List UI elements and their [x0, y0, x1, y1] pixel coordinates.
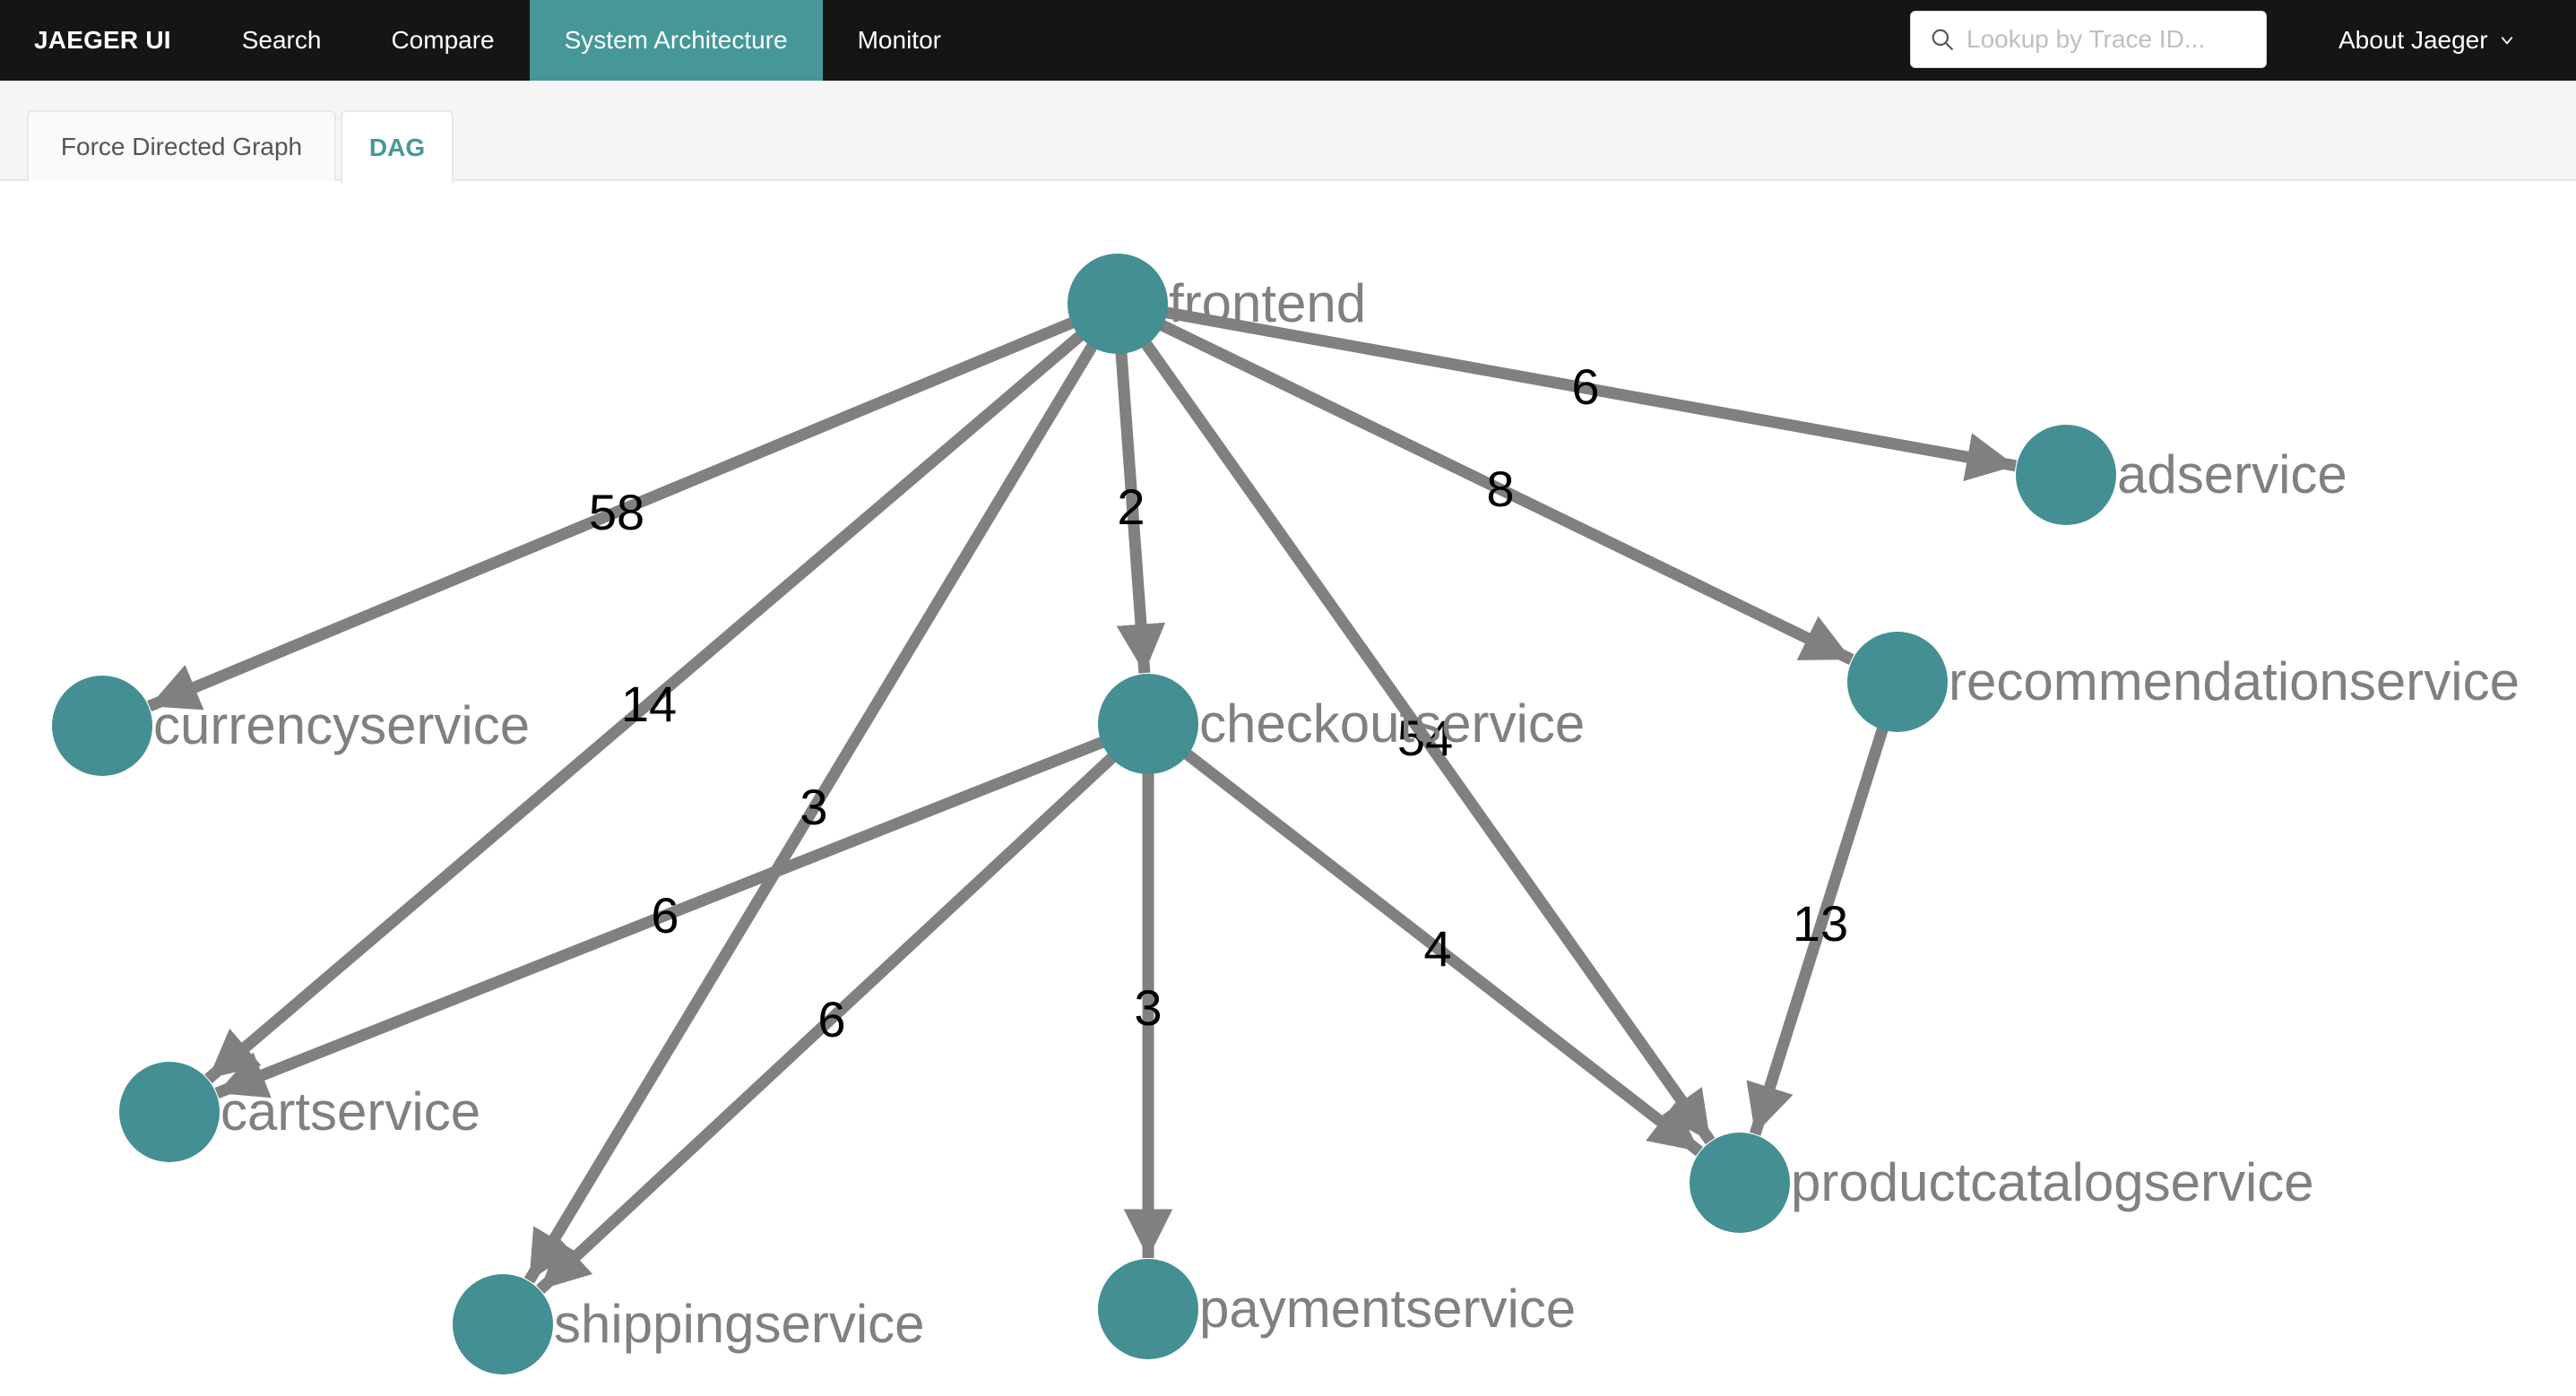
node-adservice[interactable]: adservice [2016, 425, 2347, 525]
edge-label-frontend-to-currencyservice: 58 [589, 484, 644, 540]
node-circle-checkoutservice[interactable] [1098, 674, 1198, 774]
nav-search[interactable]: Search [207, 0, 357, 81]
node-label-checkoutservice: checkoutservice [1199, 694, 1585, 754]
node-label-currencyservice: currencyservice [153, 695, 530, 755]
tab-force-directed-graph[interactable]: Force Directed Graph [27, 110, 336, 181]
about-jaeger-dropdown[interactable]: About Jaeger [2338, 0, 2515, 81]
dag-graph[interactable]: 58 14 3 2 54 8 6 13 6 6 3 4 frontend adservice recomm… [0, 181, 2576, 1396]
node-circle-productcatalogservice[interactable] [1690, 1133, 1790, 1233]
node-recommendationservice[interactable]: recommendationservice [1847, 632, 2520, 732]
edge-label-frontend-to-shippingservice: 3 [800, 779, 827, 835]
node-circle-cartservice[interactable] [119, 1062, 220, 1162]
node-circle-adservice[interactable] [2016, 425, 2116, 525]
nav-compare[interactable]: Compare [356, 0, 529, 81]
edge-label-frontend-to-recommendationservice: 8 [1486, 461, 1514, 517]
chevron-down-icon [2501, 37, 2512, 45]
node-checkoutservice[interactable]: checkoutservice [1098, 674, 1585, 774]
node-circle-currencyservice[interactable] [52, 676, 152, 776]
tab-dag[interactable]: DAG [341, 110, 454, 183]
node-circle-frontend[interactable] [1068, 254, 1168, 354]
edge-label-recommendationservice-to-productcatalogservice: 13 [1793, 895, 1848, 952]
edge-label-frontend-to-checkoutservice: 2 [1117, 478, 1145, 535]
nodes-layer: frontend adservice recommendationservice cu… [52, 254, 2520, 1374]
nav-monitor[interactable]: Monitor [823, 0, 976, 81]
node-currencyservice[interactable]: currencyservice [52, 676, 530, 776]
node-label-recommendationservice: recommendationservice [1949, 651, 2520, 711]
dag-canvas[interactable]: 58143254861366 34 frontendadservicerecomm… [0, 181, 2576, 1396]
node-paymentservice[interactable]: paymentservice [1098, 1259, 1576, 1359]
node-label-paymentservice: paymentservice [1199, 1279, 1576, 1339]
edge-label-checkoutservice-to-shippingservice: 6 [817, 991, 845, 1047]
node-productcatalogservice[interactable]: productcatalogservice [1690, 1133, 2314, 1233]
trace-id-search[interactable] [1910, 11, 2267, 68]
search-icon [1932, 29, 1953, 50]
edge-label-checkoutservice-to-paymentservice: 3 [1134, 979, 1162, 1036]
node-circle-recommendationservice[interactable] [1847, 632, 1948, 732]
node-circle-paymentservice[interactable] [1098, 1259, 1198, 1359]
view-tabs: Force Directed Graph DAG [0, 81, 2576, 183]
edge-label-frontend-to-cartservice: 14 [621, 676, 677, 732]
edge-label-checkoutservice-to-productcatalogservice: 4 [1423, 920, 1451, 977]
node-label-cartservice: cartservice [220, 1081, 480, 1142]
edge-label-frontend-to-adservice: 6 [1571, 358, 1599, 415]
trace-id-input[interactable] [1965, 24, 2255, 55]
nav-system-architecture[interactable]: System Architecture [529, 0, 823, 81]
node-label-shippingservice: shippingservice [554, 1294, 925, 1354]
about-jaeger-label: About Jaeger [2338, 26, 2488, 54]
edge-label-checkoutservice-to-cartservice: 6 [651, 887, 679, 944]
node-label-productcatalogservice: productcatalogservice [1791, 1152, 2314, 1212]
node-shippingservice[interactable]: shippingservice [453, 1274, 925, 1374]
node-cartservice[interactable]: cartservice [119, 1062, 480, 1162]
node-label-adservice: adservice [2117, 444, 2347, 504]
brand-link[interactable]: JAEGER UI [0, 0, 207, 81]
node-label-frontend: frontend [1169, 273, 1366, 333]
node-circle-shippingservice[interactable] [453, 1274, 553, 1374]
